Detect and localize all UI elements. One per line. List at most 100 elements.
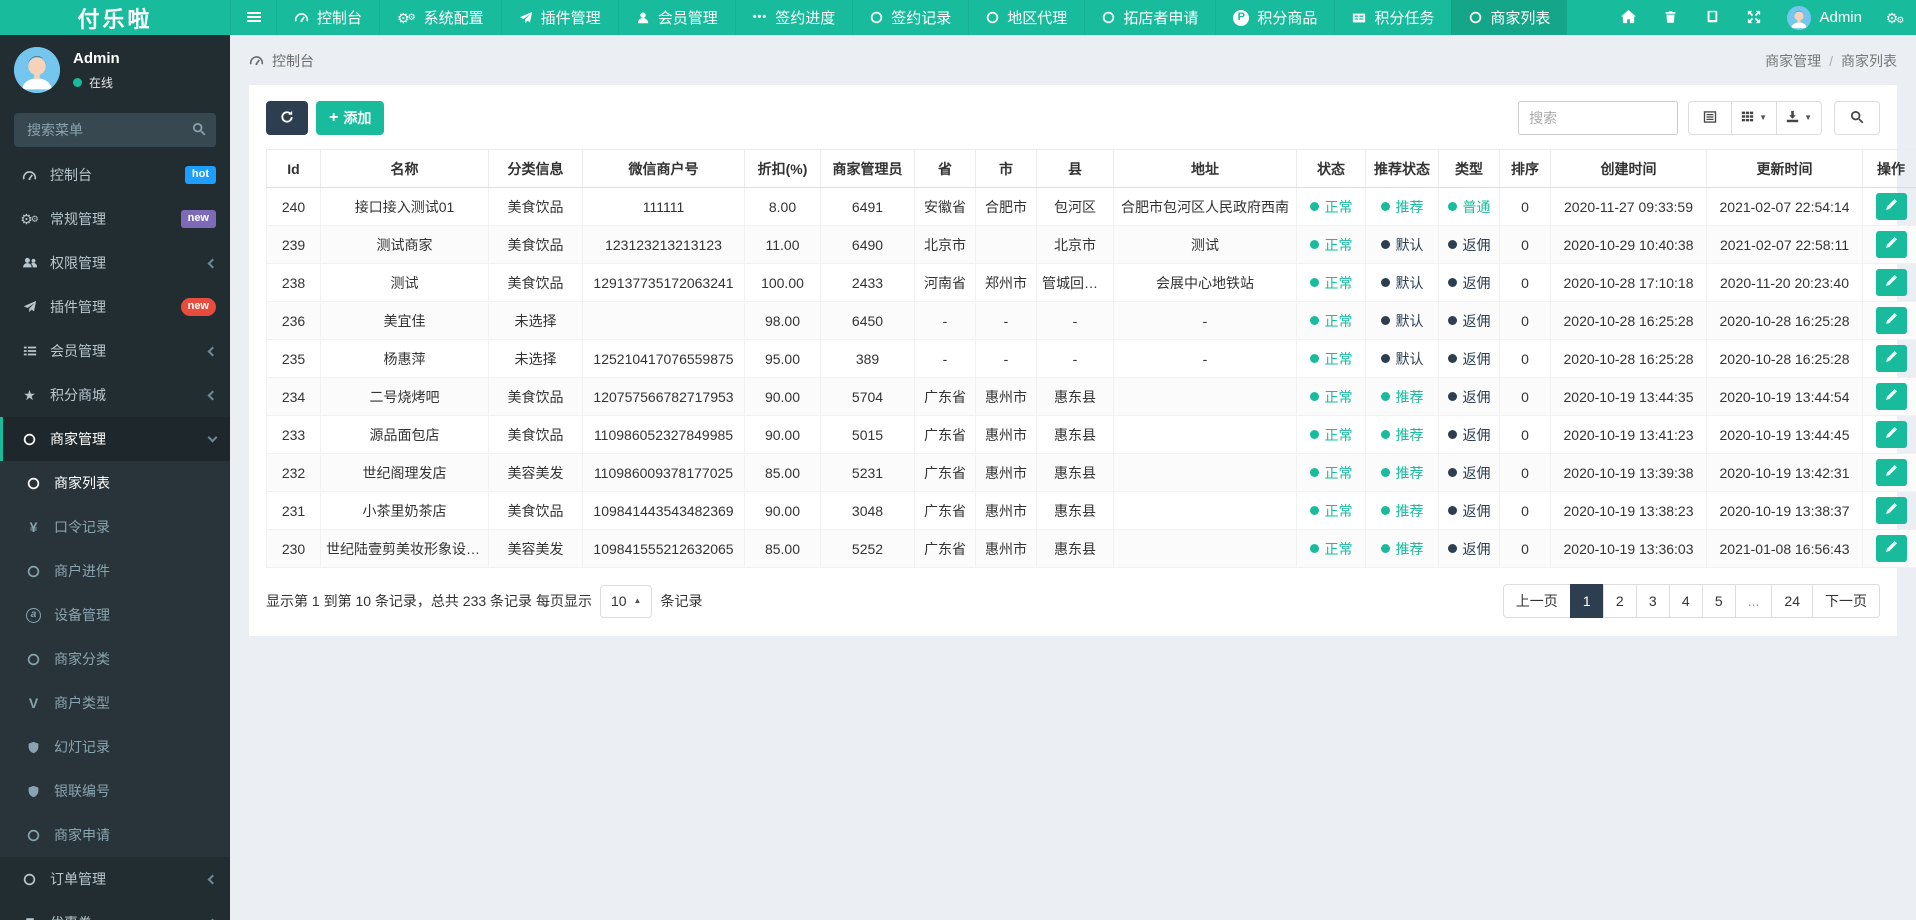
page-button-page-2[interactable]: 2 — [1603, 584, 1637, 618]
cell-recommend: 推荐 — [1366, 378, 1439, 416]
page-button-ellipsis[interactable]: ... — [1735, 584, 1773, 618]
sidebar-item-merchant-type[interactable]: V商户类型 — [0, 681, 230, 725]
sidebar-item-merchant-manage[interactable]: 商家管理 — [0, 417, 230, 461]
topnav-item-system-config[interactable]: ⚙⚙系统配置 — [379, 0, 501, 35]
edit-button[interactable] — [1876, 307, 1907, 334]
cell-recommend: 推荐 — [1366, 416, 1439, 454]
topnav-item-plugin-manage[interactable]: 插件管理 — [501, 0, 618, 35]
status-label: 返佣 — [1463, 311, 1491, 331]
status-dot-icon — [1310, 506, 1319, 515]
sidebar-item-unionpay-number[interactable]: 银联编号 — [0, 769, 230, 813]
sidebar-item-order-manage[interactable]: 订单管理 — [0, 857, 230, 901]
cell-discount: 98.00 — [745, 302, 821, 340]
circle-icon — [24, 477, 43, 490]
page-button-page-1[interactable]: 1 — [1570, 584, 1604, 618]
status-badge: 正常 — [1310, 311, 1353, 331]
page-button-page-3[interactable]: 3 — [1636, 584, 1670, 618]
cell-category: 美食饮品 — [489, 378, 583, 416]
sidebar-item-merchant-apply[interactable]: 商家申请 — [0, 813, 230, 857]
page-button-prev[interactable]: 上一页 — [1503, 584, 1571, 618]
edit-button[interactable] — [1876, 231, 1907, 258]
cell-created: 2020-10-19 13:36:03 — [1551, 530, 1707, 568]
sidebar-item-merchant-entry[interactable]: 商户进件 — [0, 549, 230, 593]
cell-province: 广东省 — [915, 492, 976, 530]
status-dot-icon — [1310, 202, 1319, 211]
sidebar-toggle-button[interactable] — [230, 0, 276, 35]
caret-down-icon: ▼ — [1759, 114, 1767, 122]
sidebar-item-member-manage[interactable]: 会员管理 — [0, 329, 230, 373]
search-button[interactable] — [1834, 101, 1880, 135]
sidebar-item-label: 控制台 — [50, 165, 174, 185]
page-button-page-24[interactable]: 24 — [1771, 584, 1813, 618]
cell-city: 郑州市 — [976, 264, 1037, 302]
add-button[interactable]: +添加 — [316, 101, 384, 135]
chevron-down-icon — [208, 433, 218, 443]
refresh-button[interactable] — [266, 101, 308, 135]
topnav-user-menu[interactable]: Admin — [1775, 6, 1874, 30]
cell-discount: 95.00 — [745, 340, 821, 378]
cell-province: - — [915, 340, 976, 378]
topnav-item-sign-progress[interactable]: •••签约进度 — [735, 0, 853, 35]
sidebar-item-points-mall[interactable]: ★积分商城 — [0, 373, 230, 417]
table-row: 235杨惠萍未选择12521041707655987595.00389----正… — [267, 340, 1916, 378]
circle-icon — [870, 11, 883, 24]
cell-id: 233 — [267, 416, 321, 454]
fullscreen-button[interactable] — [1733, 0, 1775, 35]
sidebar-item-coupon[interactable]: 优惠券 — [0, 901, 230, 920]
topnav-item-dashboard[interactable]: 控制台 — [276, 0, 379, 35]
table-row: 232世纪阁理发店美容美发11098600937817702585.005231… — [267, 454, 1916, 492]
edit-button[interactable] — [1876, 535, 1907, 562]
sidebar-search-input[interactable] — [14, 113, 216, 147]
cell-created: 2020-10-19 13:44:35 — [1551, 378, 1707, 416]
cell-discount: 90.00 — [745, 378, 821, 416]
edit-button[interactable] — [1876, 383, 1907, 410]
cell-wechat_id: 110986052327849985 — [583, 416, 745, 454]
columns-button[interactable]: ▼ — [1731, 101, 1777, 135]
topnav-item-region-agent[interactable]: 地区代理 — [968, 0, 1084, 35]
docs-button[interactable] — [1691, 0, 1733, 35]
sidebar-item-label: 商家申请 — [54, 825, 216, 845]
edit-button[interactable] — [1876, 345, 1907, 372]
page-button-page-4[interactable]: 4 — [1669, 584, 1703, 618]
edit-button[interactable] — [1876, 193, 1907, 220]
sidebar-item-general-manage[interactable]: ⚙⚙常规管理new — [0, 197, 230, 241]
topnav-item-sign-records[interactable]: 签约记录 — [852, 0, 968, 35]
edit-button[interactable] — [1876, 459, 1907, 486]
edit-button[interactable] — [1876, 421, 1907, 448]
detail-view-button[interactable] — [1688, 101, 1732, 135]
cell-type: 返佣 — [1439, 302, 1500, 340]
topnav-item-store-applicant[interactable]: 拓店者申请 — [1084, 0, 1215, 35]
topnav-item-member-manage[interactable]: 会员管理 — [618, 0, 735, 35]
sidebar-item-slide-records[interactable]: 幻灯记录 — [0, 725, 230, 769]
settings-button[interactable]: ⚙⚙ — [1874, 0, 1916, 35]
sidebar-item-password-records[interactable]: ¥口令记录 — [0, 505, 230, 549]
chevron-left-icon — [208, 346, 218, 356]
cell-admin_id: 3048 — [821, 492, 915, 530]
topnav-item-merchant-list[interactable]: 商家列表 — [1451, 0, 1567, 35]
topnav-item-label: 签约记录 — [891, 7, 951, 28]
column-header: 省 — [915, 150, 976, 188]
page-button-page-5[interactable]: 5 — [1702, 584, 1736, 618]
table-search-input[interactable] — [1518, 101, 1678, 135]
topnav-item-points-goods[interactable]: P积分商品 — [1215, 0, 1334, 35]
page-button-next[interactable]: 下一页 — [1812, 584, 1880, 618]
sidebar-item-dashboard[interactable]: 控制台hot — [0, 153, 230, 197]
home-button[interactable] — [1607, 0, 1649, 35]
status-label: 正常 — [1325, 501, 1353, 521]
sidebar-item-merchant-list[interactable]: 商家列表 — [0, 461, 230, 505]
topnav-item-points-tasks[interactable]: 积分任务 — [1334, 0, 1451, 35]
sidebar-item-merchant-category[interactable]: 商家分类 — [0, 637, 230, 681]
sidebar-item-device-manage[interactable]: a设备管理 — [0, 593, 230, 637]
sidebar-item-permission-manage[interactable]: 权限管理 — [0, 241, 230, 285]
edit-button[interactable] — [1876, 269, 1907, 296]
sidebar-item-plugin-manage[interactable]: 插件管理new — [0, 285, 230, 329]
status-dot-icon — [1381, 202, 1390, 211]
export-button[interactable]: ▼ — [1776, 101, 1822, 135]
search-icon[interactable] — [192, 122, 206, 139]
trash-button[interactable] — [1649, 0, 1691, 35]
edit-button[interactable] — [1876, 497, 1907, 524]
sidebar-item-label: 商户类型 — [54, 693, 216, 713]
breadcrumb-parent[interactable]: 商家管理 — [1765, 51, 1821, 71]
page-size-select[interactable]: 10 ▲ — [600, 585, 653, 618]
user-status: 在线 — [73, 74, 120, 91]
